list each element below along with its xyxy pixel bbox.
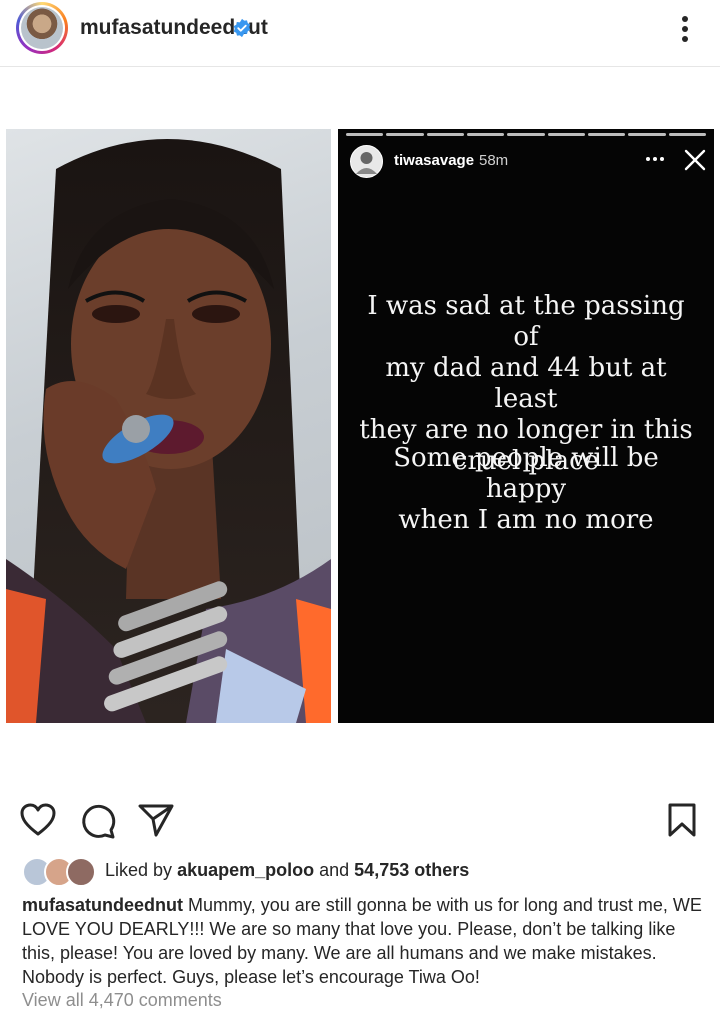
story-avatar <box>350 145 383 178</box>
story-more-icon <box>646 157 664 161</box>
story-timestamp: 58m <box>479 152 509 169</box>
post-photo-portrait <box>6 129 331 723</box>
likes-user[interactable]: akuapem_poloo <box>177 860 314 880</box>
heart-icon[interactable] <box>20 803 56 837</box>
story-line: I was sad at the passing of <box>367 291 685 352</box>
story-line: Some people will be happy <box>393 443 659 504</box>
bookmark-icon[interactable] <box>666 803 698 837</box>
verified-badge-icon <box>233 18 251 38</box>
post-header: mufasatundeednut <box>0 0 720 67</box>
story-line: when I am no more <box>398 505 654 535</box>
comment-icon[interactable] <box>80 803 116 839</box>
liker-avatar <box>66 857 96 887</box>
more-vertical-icon[interactable] <box>670 12 700 46</box>
story-line: my dad and 44 but at least <box>385 353 667 414</box>
send-icon[interactable] <box>138 803 174 837</box>
likes-prefix: Liked by <box>105 860 173 880</box>
portrait-illustration <box>6 139 331 723</box>
story-line: they are no longer in this <box>359 415 693 445</box>
story-close-icon <box>684 149 706 171</box>
likes-middle: and <box>319 860 350 880</box>
story-screenshot: tiwasavage 58m I was sad at the passing … <box>338 129 714 723</box>
story-text-block-2: Some people will be happy when I am no m… <box>358 443 694 536</box>
caption-username[interactable]: mufasatundeednut <box>22 895 183 915</box>
story-progress-bars <box>346 133 706 136</box>
story-username: tiwasavage <box>394 152 475 169</box>
profile-avatar[interactable] <box>16 2 68 54</box>
likes-count[interactable]: 54,753 others <box>354 860 469 880</box>
likes-summary: Liked by akuapem_poloo and 54,753 others <box>105 860 469 881</box>
post-caption: mufasatundeednut Mummy, you are still go… <box>22 893 702 989</box>
